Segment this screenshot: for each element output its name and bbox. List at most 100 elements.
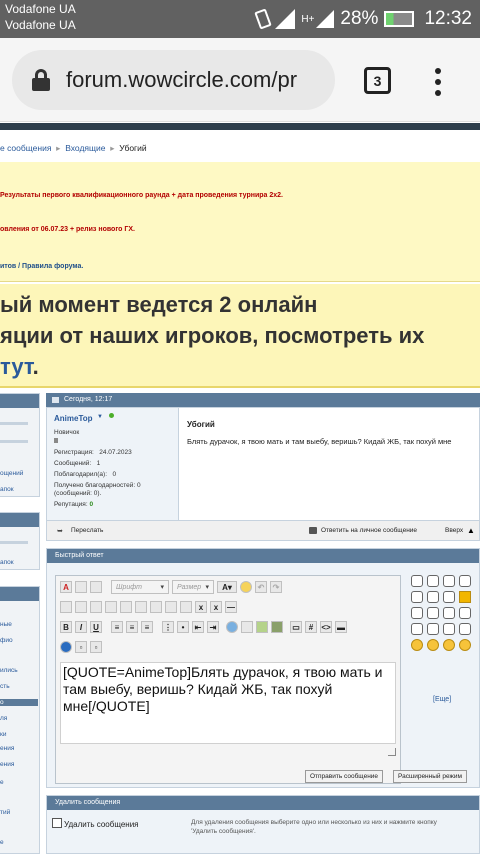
forward-icon[interactable]: ➥ (57, 527, 63, 535)
php-icon[interactable]: ▬ (335, 621, 347, 633)
align-left-icon[interactable]: ≡ (111, 621, 123, 633)
cut-icon[interactable] (75, 581, 87, 593)
code-icon[interactable]: <> (320, 621, 332, 633)
sidebar-link-active[interactable]: о (0, 699, 38, 706)
smiley-icon[interactable] (427, 607, 439, 619)
reply-textarea[interactable]: [QUOTE=AnimeTop]Блять дурачок, я твою ма… (60, 662, 396, 744)
sidebar-link[interactable]: апок (0, 486, 14, 493)
address-bar[interactable]: forum.wowcircle.com/pr (12, 50, 335, 110)
sidebar-link[interactable]: ля (0, 715, 7, 722)
table-split-icon[interactable] (135, 601, 147, 613)
sidebar-link[interactable]: ные (0, 621, 12, 628)
post-author[interactable]: AnimeTop (54, 414, 93, 423)
superscript-icon[interactable]: x (210, 601, 222, 613)
table-merge-icon[interactable] (120, 601, 132, 613)
italic-icon[interactable]: I (75, 621, 87, 633)
unordered-list-icon[interactable]: • (177, 621, 189, 633)
smiley-icon[interactable] (443, 639, 455, 651)
banner-link[interactable]: тут (0, 354, 33, 379)
video-icon[interactable] (271, 621, 283, 633)
hash-icon[interactable]: # (305, 621, 317, 633)
smiley-icon[interactable] (459, 575, 471, 587)
smiley-icon[interactable] (411, 591, 423, 603)
resize-handle-icon[interactable] (388, 748, 396, 756)
outdent-icon[interactable]: ⇤ (192, 621, 204, 633)
quote-icon[interactable]: ▭ (290, 621, 302, 633)
reply-private-link[interactable]: Ответить на личное сообщение (321, 527, 417, 534)
sidebar-link[interactable]: ения (0, 745, 14, 752)
remove-format-icon[interactable]: A (60, 581, 72, 593)
sidebar-link[interactable]: ения (0, 761, 14, 768)
align-right-icon[interactable]: ≡ (141, 621, 153, 633)
toggle-mode-icon[interactable] (60, 641, 72, 653)
advanced-mode-button[interactable]: Расширенный режим (393, 770, 467, 783)
url-text[interactable]: forum.wowcircle.com/pr (66, 67, 297, 93)
smiley-icon[interactable] (443, 623, 455, 635)
ordered-list-icon[interactable]: ⋮ (162, 621, 174, 633)
link-icon[interactable] (226, 621, 238, 633)
delete-messages-checkbox[interactable] (52, 818, 62, 828)
announcement-link[interactable]: Результаты первого квалификационного рау… (0, 192, 283, 199)
image-icon[interactable] (256, 621, 268, 633)
more-smilies-link[interactable]: [Еще] (433, 696, 451, 703)
breadcrumb-item[interactable]: е сообщения (0, 143, 51, 153)
font-select[interactable]: Шрифт ▾ (111, 580, 169, 594)
sidebar-link[interactable]: ились (0, 667, 18, 674)
smiley-icon[interactable] (443, 607, 455, 619)
undo-icon[interactable]: ↶ (255, 581, 267, 593)
browser-menu-icon[interactable] (434, 68, 442, 98)
warning-smiley-icon[interactable] (459, 591, 471, 603)
bold-icon[interactable]: B (60, 621, 72, 633)
horizontal-rule-icon[interactable]: — (225, 601, 237, 613)
sidebar-link[interactable]: ки (0, 731, 6, 738)
sidebar-link[interactable]: е (0, 839, 4, 846)
smiley-icon[interactable] (427, 591, 439, 603)
scroll-up-link[interactable]: Вверх (445, 527, 463, 534)
user-menu-arrow-icon[interactable]: ▼ (97, 414, 103, 420)
smiley-icon[interactable] (411, 575, 423, 587)
reply-icon[interactable] (309, 527, 317, 534)
table-icon[interactable] (75, 601, 87, 613)
announcement-link[interactable]: овления от 06.07.23 + релиз нового ГХ. (0, 226, 135, 233)
smiley-icon[interactable] (411, 607, 423, 619)
forward-link[interactable]: Переслать (71, 527, 103, 534)
smiley-icon[interactable] (459, 623, 471, 635)
sidebar-link[interactable]: тий (0, 809, 10, 816)
shrink-icon[interactable]: ▫ (75, 641, 87, 653)
sidebar-link[interactable]: ощений (0, 470, 23, 477)
smiley-icon[interactable] (427, 623, 439, 635)
smiley-icon[interactable] (427, 639, 439, 651)
up-arrow-icon[interactable]: ▲ (467, 526, 475, 535)
smiley-icon[interactable] (427, 575, 439, 587)
breadcrumb-item[interactable]: Входящие (65, 143, 105, 153)
send-message-button[interactable]: Отправить сообщение (305, 770, 384, 783)
paste-icon[interactable] (90, 581, 102, 593)
enlarge-icon[interactable]: ▫ (90, 641, 102, 653)
redo-icon[interactable]: ↷ (270, 581, 282, 593)
font-color-icon[interactable]: A▾ (217, 581, 237, 593)
sidebar-link[interactable]: е (0, 779, 4, 786)
underline-icon[interactable]: U (90, 621, 102, 633)
sidebar-link[interactable]: фио (0, 637, 13, 644)
indent-table-icon[interactable] (150, 601, 162, 613)
align-center-icon[interactable]: ≡ (126, 621, 138, 633)
size-select[interactable]: Размер ▾ (172, 580, 214, 594)
table-col-icon[interactable] (105, 601, 117, 613)
smiley-icon[interactable] (443, 575, 455, 587)
subscript-icon[interactable]: x (195, 601, 207, 613)
unlink-icon[interactable] (241, 621, 253, 633)
smiley-icon[interactable] (459, 607, 471, 619)
cell-icon[interactable] (165, 601, 177, 613)
indent-icon[interactable]: ⇥ (207, 621, 219, 633)
tab-switcher-button[interactable]: 3 (364, 67, 391, 94)
cell-props-icon[interactable] (180, 601, 192, 613)
announcement-link[interactable]: итов / Правила форума. (0, 263, 83, 270)
table-row-icon[interactable] (90, 601, 102, 613)
select-all-icon[interactable] (60, 601, 72, 613)
smiley-icon[interactable] (411, 623, 423, 635)
smiley-icon[interactable] (411, 639, 423, 651)
sidebar-link[interactable]: апок (0, 559, 14, 566)
sidebar-link[interactable]: сть (0, 683, 10, 690)
smiley-icon[interactable] (459, 639, 471, 651)
smiley-icon[interactable] (443, 591, 455, 603)
